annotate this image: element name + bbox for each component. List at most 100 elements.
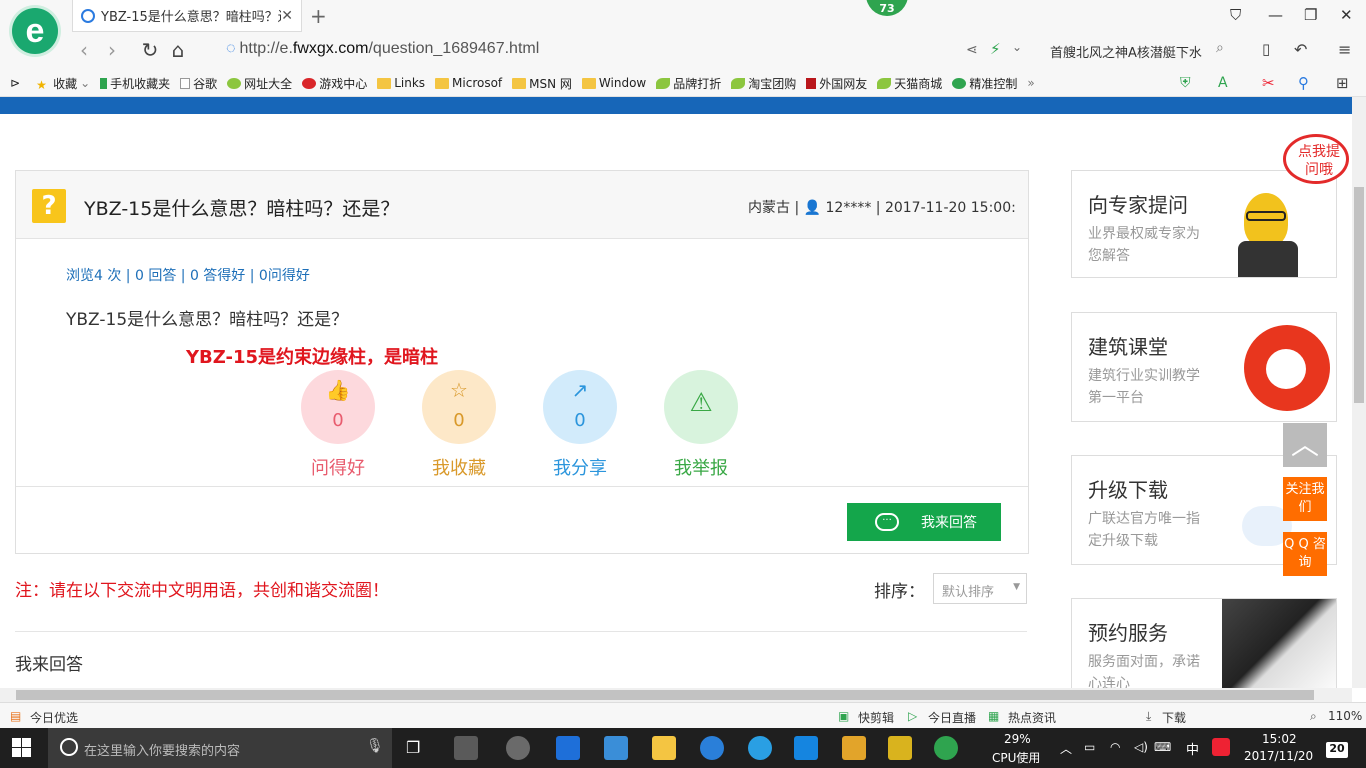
taskbar-search-input[interactable]: 在这里输入你要搜索的内容 — [48, 728, 392, 768]
back-to-top-button[interactable]: ︿ — [1283, 423, 1327, 467]
question-region: 内蒙古 | — [748, 200, 800, 216]
status-item[interactable]: 快剪辑 — [858, 709, 894, 726]
restore-button[interactable]: ❐ — [1304, 6, 1317, 24]
menu-icon[interactable]: ≡ — [1338, 40, 1351, 59]
zoom-level[interactable]: 110% — [1328, 709, 1362, 723]
building-class-title: 建筑课堂 — [1088, 335, 1168, 359]
share-icon[interactable]: ⋖ — [966, 42, 978, 58]
app-spiral-icon[interactable] — [506, 736, 530, 760]
ask-expert-title: 向专家提问 — [1088, 193, 1188, 217]
question-meta: 内蒙古 | 👤 12**** | 2017-11-20 15:00: — [748, 197, 1030, 217]
bookmark-item[interactable]: Links — [377, 76, 425, 90]
magnifier-icon[interactable]: ⚲ — [1298, 74, 1309, 92]
wifi-icon[interactable]: ◠ — [1110, 740, 1120, 754]
app-plus-icon[interactable] — [794, 736, 818, 760]
ie-icon[interactable] — [700, 736, 724, 760]
share-button[interactable]: ↗ 0 我分享 — [535, 370, 625, 480]
home-icon[interactable]: ⌂ — [164, 38, 192, 62]
notification-badge[interactable]: 73 — [866, 0, 908, 16]
new-tab-button[interactable]: + — [310, 4, 327, 28]
bookmark-item[interactable]: MSN 网 — [512, 75, 572, 92]
bookmark-item[interactable]: 手机收藏夹 — [100, 75, 170, 92]
chevron-down-icon[interactable]: ⌄ — [1012, 40, 1022, 54]
ime-indicator[interactable]: 中 — [1186, 739, 1199, 758]
bookmark-item[interactable]: 精准控制 — [952, 75, 1017, 92]
bookmark-item[interactable]: 谷歌 — [180, 75, 217, 92]
daily-picks-link[interactable]: 今日优选 — [30, 709, 78, 726]
bookmark-item[interactable]: Window — [581, 76, 646, 90]
search-icon[interactable]: ⌕ — [1216, 40, 1224, 56]
apps-grid-icon[interactable]: ⊞ — [1336, 74, 1349, 92]
close-window-button[interactable]: ✕ — [1340, 6, 1353, 24]
clock-date[interactable]: 2017/11/20 — [1244, 749, 1313, 763]
microphone-icon[interactable]: 🎙 — [366, 738, 384, 754]
qq-consult-button[interactable]: Q Q 咨询 — [1283, 532, 1327, 576]
minimize-button[interactable]: — — [1268, 6, 1283, 24]
keyboard-icon[interactable]: ⌨ — [1154, 740, 1171, 754]
favorite-button[interactable]: ☆ 0 我收藏 — [414, 370, 504, 480]
browser-tab[interactable]: YBZ-15是什么意思？暗柱吗？还 ✕ — [72, 0, 302, 32]
bookmark-item[interactable]: 外国网友 — [806, 75, 867, 92]
bookmark-item[interactable]: 游戏中心 — [302, 75, 367, 92]
browser-logo-icon[interactable]: e — [12, 8, 58, 54]
clock-time[interactable]: 15:02 — [1262, 732, 1297, 746]
search-input[interactable]: 首艘北风之神A核潜艇下水 — [1040, 38, 1240, 62]
volume-icon[interactable]: ◁) — [1134, 740, 1148, 754]
notes-icon[interactable] — [842, 736, 866, 760]
app-pinwheel-icon[interactable] — [454, 736, 478, 760]
sidebar-toggle-icon[interactable]: ⊳ — [10, 76, 20, 90]
translate-icon[interactable]: A — [1218, 75, 1228, 91]
undo-icon[interactable]: ↶ — [1294, 40, 1307, 59]
lightning-icon[interactable]: ⚡ — [990, 40, 1001, 58]
vertical-scrollbar[interactable] — [1352, 97, 1366, 688]
bookmark-item[interactable]: ★ 收藏 ⌄ — [36, 75, 90, 92]
bookmark-item[interactable]: 网址大全 — [227, 75, 292, 92]
building-class-card[interactable]: 建筑课堂 建筑行业实训教学第一平台 — [1071, 312, 1337, 422]
edge-icon[interactable] — [556, 736, 580, 760]
question-mark-icon: ? — [32, 189, 66, 223]
tray-up-icon[interactable]: ︿ — [1060, 740, 1072, 757]
divider — [16, 486, 1028, 487]
store-icon[interactable] — [604, 736, 628, 760]
status-item[interactable]: 今日直播 — [928, 709, 976, 726]
browser-taskbar-icon[interactable] — [934, 736, 958, 760]
booking-service-card[interactable]: 预约服务 服务面对面，承诺心连心 — [1071, 598, 1337, 688]
answer-button[interactable]: ··· 我来回答 — [847, 503, 1001, 541]
windows-start-icon[interactable] — [12, 738, 32, 758]
tab-close-icon[interactable]: ✕ — [281, 8, 293, 24]
report-button[interactable]: ⚠ 我举报 — [656, 370, 746, 480]
bookmark-item[interactable]: 淘宝团购 — [731, 75, 796, 92]
scissors-icon[interactable]: ✂ — [1262, 74, 1275, 92]
sort-select[interactable]: 默认排序 ▼ — [933, 573, 1027, 604]
warning-icon: ⚠ — [689, 388, 713, 418]
status-item[interactable]: 下载 — [1162, 709, 1186, 726]
reload-icon[interactable]: ↻ — [136, 38, 164, 62]
bookmark-item[interactable]: Microsof — [435, 76, 502, 90]
notification-center-badge[interactable]: 20 — [1326, 742, 1348, 758]
like-question-button[interactable]: 👍 0 问得好 — [293, 370, 383, 480]
ask-expert-card[interactable]: 向专家提问 业界最权威专家为您解答 — [1071, 170, 1337, 278]
shirt-icon[interactable]: ⛉ — [1230, 6, 1241, 24]
url-field[interactable]: ◌ http://e.fwxgx.com/question_1689467.htm… — [226, 40, 539, 58]
phone-icon[interactable]: ▯ — [1262, 40, 1270, 58]
more-bookmarks-icon[interactable]: » — [1027, 76, 1034, 90]
follow-us-button[interactable]: 关注我们 — [1283, 477, 1327, 521]
back-icon[interactable]: ‹ — [70, 38, 98, 62]
booking-service-title: 预约服务 — [1088, 621, 1168, 645]
question-user[interactable]: 12**** — [826, 200, 872, 216]
app-card-icon[interactable] — [888, 736, 912, 760]
bookmark-item[interactable]: 天猫商城 — [877, 75, 942, 92]
horizontal-scrollbar[interactable] — [0, 688, 1352, 702]
sogou-icon[interactable] — [1212, 738, 1230, 756]
file-explorer-icon[interactable] — [652, 736, 676, 760]
status-item[interactable]: 热点资讯 — [1008, 709, 1056, 726]
ask-bubble[interactable]: 点我提问哦 — [1283, 134, 1349, 184]
ask-expert-subtitle: 业界最权威专家为您解答 — [1088, 226, 1200, 264]
glodon-icon[interactable] — [748, 736, 772, 760]
shield-icon[interactable]: ⛨ — [1180, 75, 1191, 91]
battery-icon[interactable]: ▭ — [1084, 740, 1095, 754]
forward-icon[interactable]: › — [98, 38, 126, 62]
tab-title: YBZ-15是什么意思？暗柱吗？还 — [101, 10, 281, 25]
task-view-icon[interactable]: ❐ — [406, 738, 420, 757]
bookmark-item[interactable]: 品牌打折 — [656, 75, 721, 92]
